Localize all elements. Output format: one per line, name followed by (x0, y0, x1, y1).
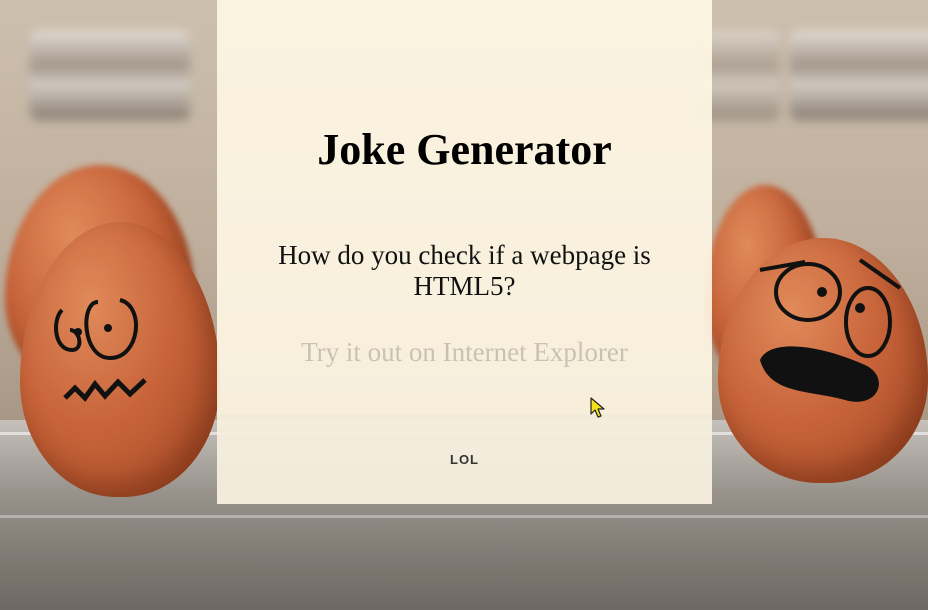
lol-button[interactable]: LOL (217, 414, 712, 504)
joke-card: Joke Generator How do you check if a web… (217, 0, 712, 504)
jar-lid-right (790, 30, 928, 120)
egg-face-left (54, 298, 147, 402)
joke-punchline: Try it out on Internet Explorer (301, 337, 628, 367)
egg-face-right (759, 258, 902, 402)
page-title: Joke Generator (317, 125, 612, 174)
jar-lid-center-right (700, 30, 780, 120)
jar-lid-left (30, 30, 190, 120)
mouse-pointer-icon (590, 397, 605, 418)
joke-question: How do you check if a webpage is HTML5? (278, 240, 651, 301)
